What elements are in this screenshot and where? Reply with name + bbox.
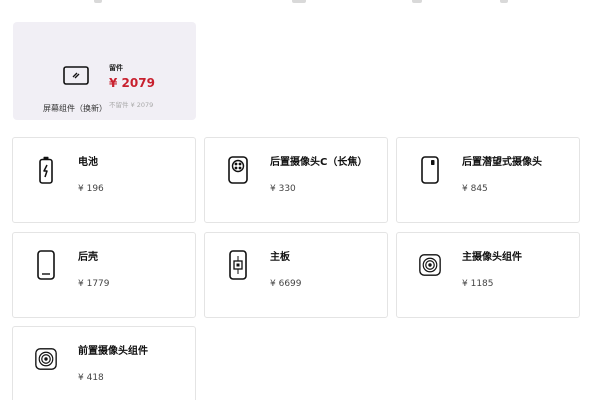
featured-price: ¥ 2079 [109,76,155,90]
part-price: ¥ 1779 [78,279,110,289]
part-title: 电池 [78,157,98,168]
part-title: 前置摄像头组件 [78,346,148,357]
part-price: ¥ 196 [78,184,104,194]
top-fragment [412,0,422,3]
top-fragment [94,0,102,3]
battery-icon [35,154,57,186]
part-price: ¥ 418 [78,373,104,383]
retain-part-tag: 留件 [109,64,123,72]
part-card-rear-camera-telephoto[interactable]: 后置摄像头C（长焦） ¥ 330 [204,137,388,223]
part-title: 后壳 [78,252,98,263]
part-price: ¥ 845 [462,184,488,194]
top-fragment [500,0,508,3]
back-cover-icon [35,249,57,281]
top-fragment [292,0,306,3]
featured-no-retain-price: 不留件 ¥ 2079 [109,101,154,109]
part-card-mainboard[interactable]: 主板 ¥ 6699 [204,232,388,318]
repair-price-page: 留件 ¥ 2079 不留件 ¥ 2079 屏幕组件（换新） 电池 ¥ 196 后… [0,0,600,400]
mainboard-icon [227,249,249,281]
part-price: ¥ 6699 [270,279,302,289]
part-price: ¥ 330 [270,184,296,194]
part-card-battery[interactable]: 电池 ¥ 196 [12,137,196,223]
part-price: ¥ 1185 [462,279,494,289]
screen-icon [63,66,89,85]
part-card-periscope-camera[interactable]: 后置潜望式摄像头 ¥ 845 [396,137,580,223]
part-title: 后置潜望式摄像头 [462,157,542,168]
rear-camera-icon [227,154,249,186]
periscope-camera-icon [419,154,441,186]
featured-screen-card[interactable]: 留件 ¥ 2079 不留件 ¥ 2079 屏幕组件（换新） [13,22,196,120]
part-card-front-camera[interactable]: 前置摄像头组件 ¥ 418 [12,326,196,400]
part-title: 后置摄像头C（长焦） [270,157,368,168]
featured-name: 屏幕组件（换新） [43,104,107,113]
front-camera-icon [35,343,57,375]
main-camera-icon [419,249,441,281]
part-card-back-cover[interactable]: 后壳 ¥ 1779 [12,232,196,318]
part-title: 主摄像头组件 [462,252,522,263]
part-title: 主板 [270,252,290,263]
part-card-main-camera[interactable]: 主摄像头组件 ¥ 1185 [396,232,580,318]
